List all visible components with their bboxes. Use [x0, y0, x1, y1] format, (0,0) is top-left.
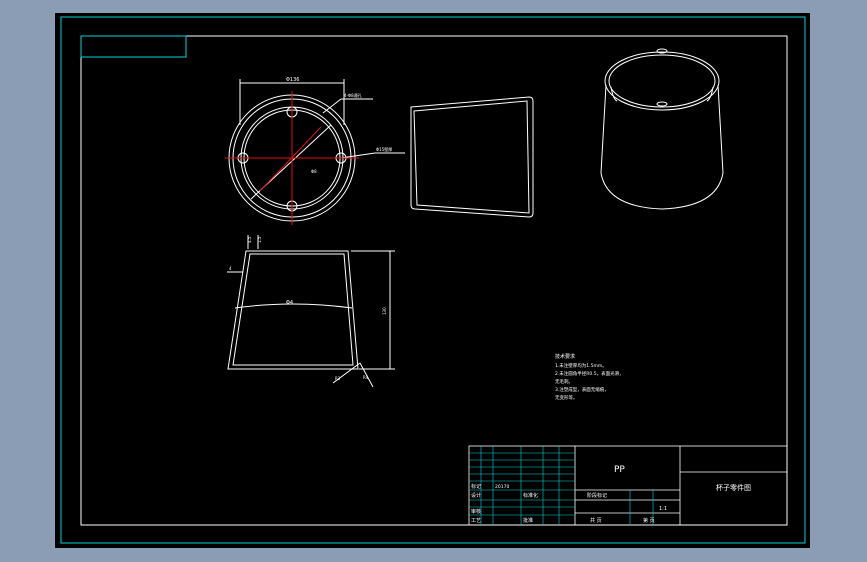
cad-viewport[interactable]: Φ136 4-Φ8通孔 Φ15壁厚 Φ8 4.5 1.5 4 Φ4 130 R3…: [55, 13, 810, 548]
dim-mid-label: Φ4: [286, 300, 293, 306]
material-label: PP: [614, 465, 625, 475]
profile-inner: [413, 100, 530, 214]
tb-sheet-no: 第 页: [643, 517, 655, 524]
drawing-sheet: Φ136 4-Φ8通孔 Φ15壁厚 Φ8 4.5 1.5 4 Φ4 130 R3…: [60, 16, 806, 544]
section-inner: [232, 253, 354, 366]
tech-req-line-1: 1.未注壁厚均为1.5mm。: [555, 362, 607, 369]
note-wall-label: Φ15壁厚: [376, 146, 392, 152]
dim-bottom-b-label: R4: [363, 375, 369, 380]
side-profile-view: [410, 96, 534, 218]
dim-top-a-label: 4.5: [247, 236, 252, 243]
leader-hole: [322, 98, 342, 114]
isometric-view: [600, 48, 724, 210]
front-section-view: [227, 235, 395, 388]
note-hole-label: 4-Φ8通孔: [344, 92, 362, 98]
tech-req-line-2: 2.未注圆角半径R0.5，表面光滑，: [555, 370, 624, 377]
dim-diameter-label: Φ136: [286, 77, 299, 83]
tb-stage-label: 阶段标记: [587, 492, 607, 499]
tb-standard-label: 标准化: [523, 492, 538, 499]
tech-requirements: 技术要求 1.未注壁厚均为1.5mm。 2.未注圆角半径R0.5，表面光滑， 无…: [555, 353, 624, 401]
tb-approve-label: 批准: [523, 517, 533, 524]
iso-side-left: [600, 84, 607, 174]
tb-design-label: 设计: [471, 492, 481, 499]
drawing-code-box: [80, 35, 187, 58]
dim-height-label: 130: [382, 307, 387, 315]
tech-req-title: 技术要求: [555, 353, 575, 360]
tech-req-line-5: 无变形等。: [555, 394, 578, 401]
leader-wall: [340, 152, 376, 159]
tb-process-label: 工艺: [471, 518, 481, 524]
profile-outer: [410, 96, 534, 218]
dim-top-b-label: 1.5: [257, 236, 262, 243]
tb-scale-value: 1:1: [659, 506, 667, 512]
dim-bottom-a-label: R3: [335, 376, 341, 381]
tech-req-line-4: 3.注塑成型，表面无缩痕，: [555, 386, 609, 393]
dim-inner-label: Φ8: [311, 169, 317, 174]
tb-mark-label: 标记: [471, 483, 481, 490]
part-name-label: 杯子零件图: [716, 483, 751, 492]
top-view-centerlines: [225, 91, 359, 225]
iso-rim-outer: [604, 51, 720, 111]
iso-rim-inner: [608, 54, 716, 108]
outer-frame: [60, 16, 806, 544]
iso-base-curve: [600, 172, 724, 210]
tb-date-value: 20170: [495, 484, 509, 490]
iso-hole-front: [656, 101, 668, 107]
tb-sheet-total: 共 页: [590, 517, 602, 524]
centerline-diagonal: [259, 126, 322, 192]
dim-side-label: 4: [229, 266, 232, 271]
iso-side-right: [717, 84, 724, 174]
tech-req-line-3: 无毛刺。: [555, 378, 573, 385]
section-mid-curve: [234, 303, 353, 309]
tb-review-label: 审核: [471, 508, 481, 515]
